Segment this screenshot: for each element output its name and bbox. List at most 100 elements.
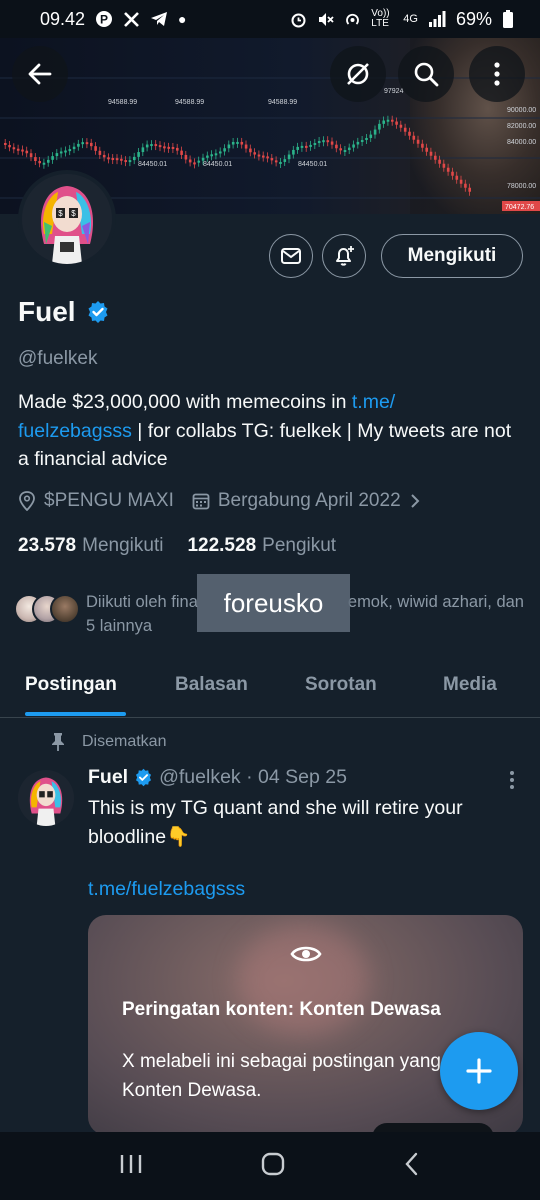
pinned-text: Disematkan — [82, 733, 167, 750]
dot-icon: ● — [178, 11, 187, 27]
candle-body — [47, 159, 50, 163]
message-button[interactable] — [269, 234, 313, 278]
banner-axis-label: 90000.00 — [507, 107, 536, 114]
candle-body — [25, 150, 29, 154]
following-stat[interactable]: 23.578 Mengikuti — [18, 535, 163, 557]
candle-body — [369, 134, 373, 138]
candle-body — [4, 143, 7, 145]
tweet-avatar[interactable] — [18, 770, 74, 826]
grok-button[interactable] — [330, 46, 386, 102]
search-button[interactable] — [398, 46, 454, 102]
followers-stat[interactable]: 122.528 Pengikut — [187, 535, 336, 557]
candle-body — [408, 131, 411, 136]
tab-postingan[interactable]: Postingan — [25, 674, 117, 696]
svg-text:$: $ — [71, 209, 76, 218]
home-button[interactable] — [260, 1151, 286, 1182]
profile-avatar[interactable]: $ $ — [18, 170, 116, 268]
tab-media[interactable]: Media — [443, 674, 497, 696]
profile-bio: Made $23,000,000 with memecoins in t.me/… — [18, 388, 524, 474]
candle-body — [257, 154, 261, 157]
candle-body — [464, 183, 467, 188]
candle-body — [231, 141, 235, 145]
signal-icon — [428, 11, 446, 27]
tweet-more-button[interactable] — [500, 768, 524, 792]
profile-handle: @fuelkek — [18, 348, 98, 369]
candle-body — [313, 143, 317, 146]
grok-icon — [347, 63, 369, 85]
system-nav-bar — [0, 1132, 540, 1200]
banner-axis-label: 78000.00 — [507, 183, 536, 190]
profile-name: Fuel — [18, 296, 76, 327]
banner-current-price: 70472.76 — [505, 204, 534, 211]
compose-button[interactable] — [440, 1032, 518, 1110]
following-button[interactable]: Mengikuti — [381, 234, 523, 278]
candle-body — [8, 145, 11, 148]
home-icon — [261, 1152, 285, 1175]
4g-icon: 4G — [403, 13, 418, 25]
banner-axis-label: 84000.00 — [507, 139, 536, 146]
pinned-label: Disematkan — [50, 732, 166, 752]
eye-icon — [88, 943, 523, 970]
candle-body — [236, 141, 239, 144]
pin-icon — [52, 733, 64, 751]
candle-body — [34, 157, 37, 162]
profile-stats: 23.578 Mengikuti 122.528 Pengikut — [18, 535, 336, 557]
tab-balasan[interactable]: Balasan — [175, 674, 248, 696]
more-options-button[interactable] — [469, 46, 525, 102]
candle-body — [360, 140, 364, 143]
candle-body — [102, 154, 106, 158]
candle-body — [21, 149, 24, 152]
tweet-author[interactable]: Fuel — [88, 766, 128, 789]
candle-body — [442, 163, 446, 168]
candle-body — [421, 143, 424, 148]
envelope-icon — [281, 248, 301, 264]
candle-body — [240, 141, 244, 145]
candle-body — [356, 141, 360, 145]
candle-body — [77, 143, 80, 147]
candle-body — [210, 154, 213, 157]
joined-text: Bergabung April 2022 — [217, 490, 401, 511]
candle-body — [137, 152, 140, 157]
mute-icon — [319, 12, 334, 26]
location-text: $PENGU MAXI — [44, 490, 174, 511]
tweet-avatar-image — [18, 770, 74, 826]
candle-body — [184, 154, 188, 160]
candle-body — [150, 144, 153, 147]
chevron-left-icon — [405, 1152, 418, 1175]
bio-text: Made $23,000,000 with memecoins in — [18, 391, 352, 413]
candle-body — [373, 129, 377, 135]
candle-body — [339, 148, 342, 151]
bell-plus-icon — [336, 246, 354, 266]
notifications-button[interactable] — [322, 234, 366, 278]
banner-price-label: 97924 — [384, 88, 404, 95]
verified-badge-icon[interactable] — [86, 300, 110, 324]
candle-body — [107, 157, 110, 160]
tab-sorotan[interactable]: Sorotan — [305, 674, 377, 696]
watermark-overlay: foreusko — [197, 574, 350, 632]
candle-body — [42, 162, 46, 165]
candle-body — [85, 142, 89, 145]
banner-price-label: 84450.01 — [298, 161, 327, 168]
candle-body — [16, 148, 20, 151]
tweet-link[interactable]: t.me/fuelzebagsss — [88, 878, 245, 901]
battery-icon — [503, 10, 513, 28]
candle-body — [262, 155, 265, 158]
candle-body — [81, 142, 84, 145]
status-time: 09.42 — [40, 8, 86, 29]
chevron-right-icon — [410, 494, 420, 508]
status-bar: 09.42 P ● Vo)) LTE 4G 69% — [0, 0, 540, 38]
candle-body — [348, 147, 351, 151]
candle-body — [378, 123, 381, 130]
back-nav-button[interactable] — [402, 1151, 422, 1182]
candle-body — [124, 160, 127, 163]
battery-percent: 69% — [455, 8, 492, 29]
candle-body — [227, 144, 231, 149]
candle-body — [386, 119, 390, 122]
candle-body — [446, 167, 450, 172]
plus-icon — [466, 1058, 492, 1084]
candle-body — [111, 158, 115, 161]
recent-apps-button[interactable] — [118, 1153, 144, 1180]
back-button[interactable] — [12, 46, 68, 102]
joined-item[interactable]: Bergabung April 2022 — [192, 490, 421, 512]
candle-body — [98, 150, 102, 155]
